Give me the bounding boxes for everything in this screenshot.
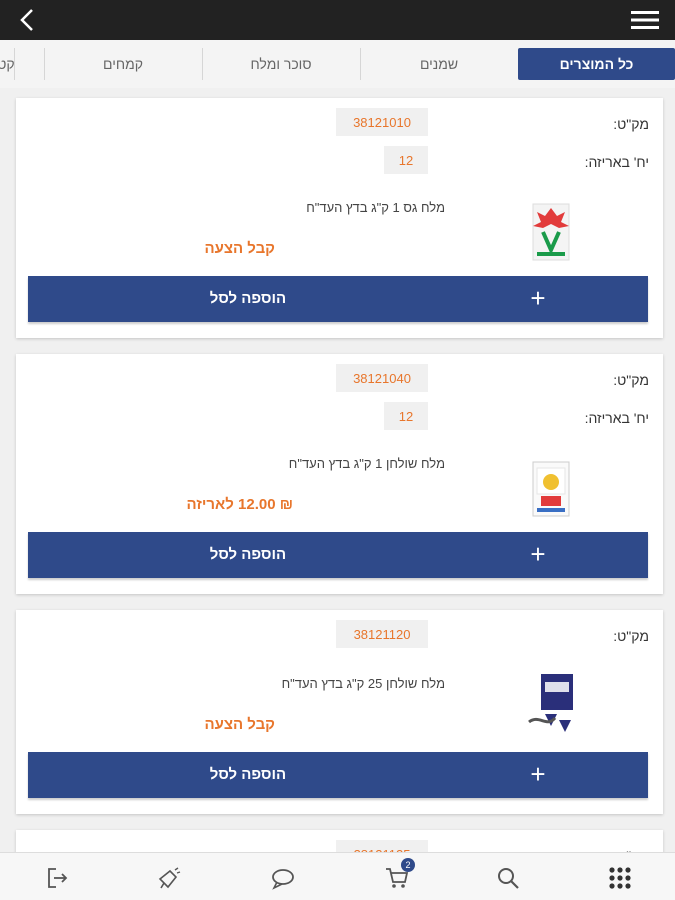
plus-icon: +: [530, 539, 546, 569]
tab-divider: [202, 48, 203, 80]
get-quote-link[interactable]: קבל הצעה: [204, 716, 275, 733]
sku-label: מק"ט:: [613, 372, 649, 388]
add-to-cart-button[interactable]: + הוספה לסל: [28, 752, 648, 798]
logout-icon[interactable]: [44, 865, 70, 891]
megaphone-icon[interactable]: [156, 865, 182, 891]
back-chevron-icon[interactable]: [14, 6, 42, 34]
units-value: 12: [384, 146, 428, 174]
product-image[interactable]: [527, 670, 575, 740]
product-card: מק"ט: 38121040 יח' באריזה: 12 מלח שולחן …: [16, 354, 663, 594]
product-image[interactable]: [527, 202, 575, 262]
tab-flours[interactable]: קמחים: [46, 48, 200, 80]
top-bar: [0, 0, 675, 40]
chat-icon[interactable]: [270, 865, 296, 891]
plus-icon: +: [530, 759, 546, 789]
sku-value: 38121040: [336, 364, 428, 392]
tab-divider: [44, 48, 45, 80]
bottom-navigation: [0, 852, 675, 900]
sku-value: 38121120: [336, 620, 428, 648]
product-name: מלח גס 1 ק"ג בדץ העד"ח: [306, 200, 445, 215]
sku-label: מק"ט:: [613, 628, 649, 644]
sku-value: 38121010: [336, 108, 428, 136]
apps-grid-icon[interactable]: [607, 865, 633, 891]
add-to-cart-button[interactable]: + הוספה לסל: [28, 532, 648, 578]
sku-label: מק"ט:: [613, 116, 649, 132]
add-to-cart-button[interactable]: + הוספה לסל: [28, 276, 648, 322]
units-label: יח' באריזה:: [584, 410, 649, 426]
product-name: מלח שולחן 25 ק"ג בדץ העד"ח: [281, 676, 445, 691]
add-to-cart-label: הוספה לסל: [209, 290, 287, 307]
product-card: מק"ט: 38121010 יח' באריזה: 12 מלח גס 1 ק…: [16, 98, 663, 338]
search-icon[interactable]: [495, 865, 521, 891]
tab-sugar-salt[interactable]: סוכר ומלח: [204, 48, 358, 80]
product-name: מלח שולחן 1 ק"ג בדץ העד"ח: [288, 456, 445, 471]
product-image[interactable]: [527, 458, 575, 518]
cart-count-badge: 2: [401, 858, 415, 872]
price-per-package: ₪ 12.00 לאריזה: [186, 496, 293, 513]
product-card: מק"ט: 38121120 מלח שולחן 25 ק"ג בדץ העד"…: [16, 610, 663, 814]
tab-partial[interactable]: קט: [0, 48, 26, 80]
add-to-cart-label: הוספה לסל: [209, 546, 287, 563]
units-label: יח' באריזה:: [584, 154, 649, 170]
get-quote-link[interactable]: קבל הצעה: [204, 240, 275, 257]
tab-divider: [360, 48, 361, 80]
add-to-cart-label: הוספה לסל: [209, 766, 287, 783]
tab-oils[interactable]: שמנים: [362, 48, 516, 80]
category-tabs: כל המוצרים שמנים סוכר ומלח קמחים קט: [0, 40, 675, 88]
tab-all-products[interactable]: כל המוצרים: [518, 48, 675, 80]
plus-icon: +: [530, 283, 546, 313]
tab-divider: [14, 48, 15, 80]
units-value: 12: [384, 402, 428, 430]
hamburger-menu-icon[interactable]: [629, 8, 661, 32]
